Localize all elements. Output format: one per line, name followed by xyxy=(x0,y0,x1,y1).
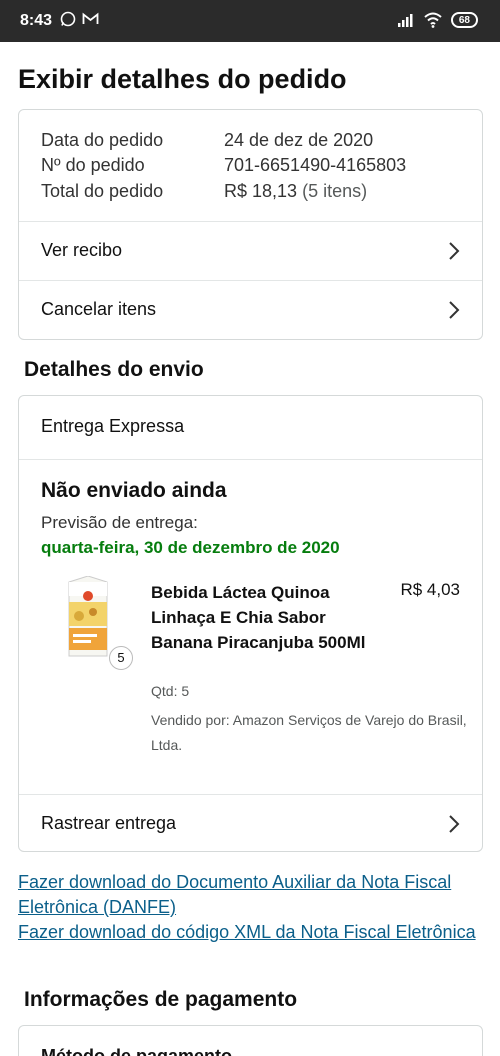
status-time: 8:43 xyxy=(20,12,53,29)
product-name-link[interactable]: Bebida Láctea Quinoa Linhaça E Chia Sabo… xyxy=(151,580,376,655)
wifi-icon xyxy=(424,12,442,28)
product-seller: Vendido por: Amazon Serviços de Varejo d… xyxy=(151,712,467,753)
order-total-items: (5 itens) xyxy=(302,181,368,201)
download-links: Fazer download do Documento Auxiliar da … xyxy=(18,870,483,945)
chevron-right-icon xyxy=(449,815,460,833)
product-quantity: Qtd: 5 xyxy=(151,683,190,699)
order-date-label: Data do pedido xyxy=(41,130,164,150)
payment-section-title: Informações de pagamento xyxy=(24,988,298,1011)
track-delivery-row[interactable]: Rastrear entrega xyxy=(19,794,482,852)
status-system-icons: 68 xyxy=(397,12,478,28)
status-bar: 8:43 68 xyxy=(0,0,500,42)
chevron-right-icon xyxy=(449,301,460,319)
divider xyxy=(19,459,482,460)
track-delivery-label: Rastrear entrega xyxy=(41,813,177,833)
shipping-card: Entrega Expressa Não enviado ainda Previ… xyxy=(18,395,483,852)
order-number-value: 701-6651490-4165803 xyxy=(224,155,407,175)
gmail-icon xyxy=(82,12,99,24)
shipping-section-title: Detalhes do envio xyxy=(24,358,204,381)
order-summary-card: Data do pedido 24 de dez de 2020 Nº do p… xyxy=(18,109,483,340)
order-total-value-group: R$ 18,13 (5 itens) xyxy=(224,181,367,202)
shipment-status: Não enviado ainda xyxy=(41,479,227,502)
shipping-type: Entrega Expressa xyxy=(41,416,185,436)
page-title: Exibir detalhes do pedido xyxy=(18,64,347,94)
eta-label: Previsão de entrega: xyxy=(41,513,198,532)
download-xml-link[interactable]: Fazer download do código XML da Nota Fis… xyxy=(18,920,483,945)
payment-card: Método de pagamento xyxy=(18,1025,483,1056)
order-date-value: 24 de dez de 2020 xyxy=(224,130,374,150)
cancel-items-label: Cancelar itens xyxy=(41,299,157,319)
order-total-value: R$ 18,13 xyxy=(224,181,298,201)
chevron-right-icon xyxy=(449,242,460,260)
payment-method-label: Método de pagamento xyxy=(41,1046,233,1056)
product-image[interactable] xyxy=(63,576,113,662)
view-receipt-row[interactable]: Ver recibo xyxy=(19,221,482,279)
view-receipt-label: Ver recibo xyxy=(41,240,123,260)
product-price: R$ 4,03 xyxy=(400,580,460,599)
eta-date: quarta-feira, 30 de dezembro de 2020 xyxy=(41,538,340,557)
order-total-label: Total do pedido xyxy=(41,181,164,201)
battery-icon: 68 xyxy=(450,12,478,28)
signal-icon xyxy=(397,14,413,27)
order-number-label: Nº do pedido xyxy=(41,155,145,175)
whatsapp-icon xyxy=(60,11,76,27)
cancel-items-row[interactable]: Cancelar itens xyxy=(19,280,482,338)
download-danfe-link[interactable]: Fazer download do Documento Auxiliar da … xyxy=(18,870,483,920)
status-notifications xyxy=(60,11,99,27)
quantity-badge: 5 xyxy=(109,646,133,670)
